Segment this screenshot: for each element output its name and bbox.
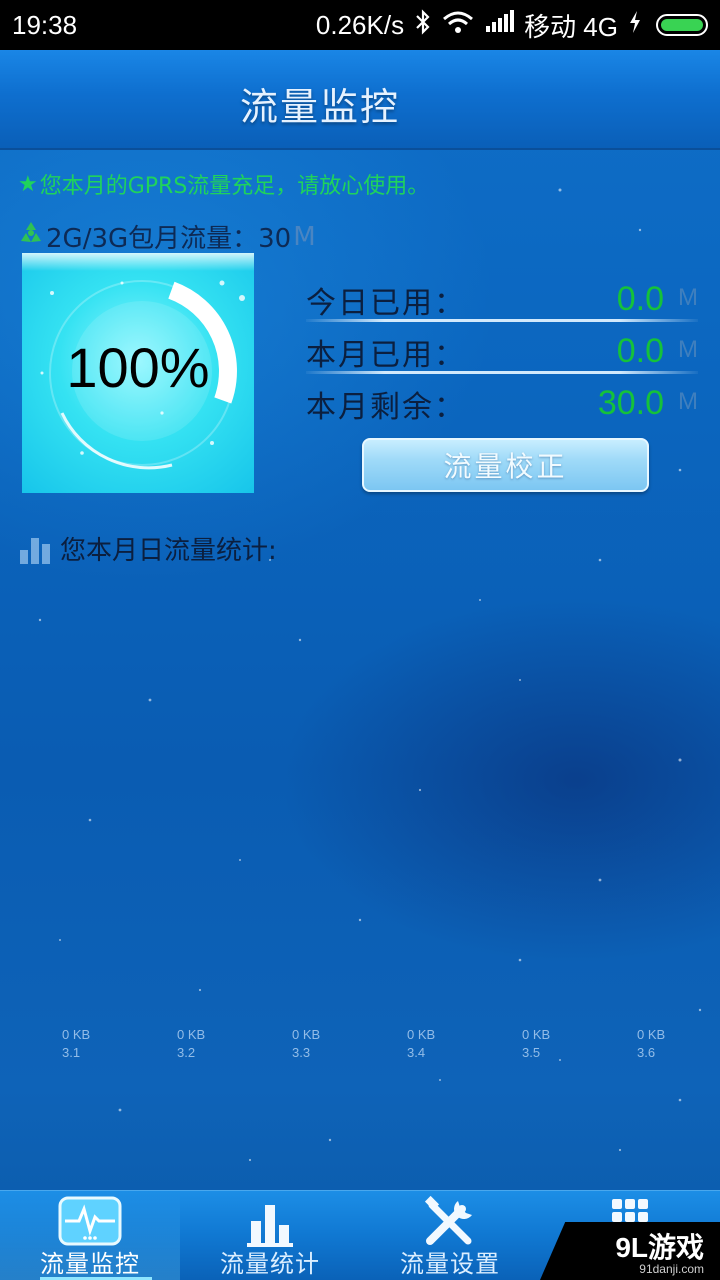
app-screen: 19:38 0.26K/s 移动 4G 流量监控 ★ 您本月的GPRS流量充足，…	[0, 0, 720, 1280]
stat-today-used: 今日已用： 0.0 M	[306, 270, 698, 322]
daily-column: 0 KB 3.4	[407, 1026, 467, 1062]
stat-unit: M	[678, 284, 698, 311]
stat-unit: M	[678, 388, 698, 415]
stat-unit: M	[678, 336, 698, 363]
calibrate-button[interactable]: 流量校正	[362, 438, 649, 492]
watermark-logo: 9L游戏 91danji.com	[540, 1222, 720, 1280]
stat-month-remaining: 本月剩余： 30.0 M	[306, 374, 698, 426]
daily-date: 3.2	[177, 1045, 196, 1060]
stat-value: 30.0	[597, 384, 664, 422]
daily-value: 0 KB	[177, 1027, 206, 1042]
page-title: 流量监控	[240, 85, 401, 129]
stat-value: 0.0	[616, 280, 664, 318]
tab-label: 流量设置	[400, 1250, 500, 1278]
daily-date: 3.1	[62, 1045, 81, 1060]
daily-column: 0 KB 3.1	[62, 1026, 122, 1062]
stat-label: 今日已用：	[306, 286, 466, 321]
notice-text: 您本月的GPRS流量充足，请放心使用。	[39, 174, 430, 199]
watermark-site: 91danji.com	[639, 1262, 704, 1276]
quota-unit: M	[293, 221, 316, 252]
tab-label: 流量统计	[220, 1250, 320, 1278]
network-radiation-icon	[18, 220, 44, 253]
daily-date: 3.5	[522, 1045, 541, 1060]
daily-value: 0 KB	[292, 1027, 321, 1042]
tab-label: 流量监控	[40, 1250, 140, 1278]
stat-label: 本月已用：	[306, 338, 466, 373]
watermark-brand: 9L游戏	[615, 1232, 704, 1263]
tab-traffic-stats[interactable]: 流量统计	[180, 1191, 360, 1280]
usage-gauge: 100%	[22, 253, 254, 493]
stat-month-used: 本月已用： 0.0 M	[306, 322, 698, 374]
stat-value: 0.0	[616, 332, 664, 370]
daily-date: 3.4	[407, 1045, 426, 1060]
status-bar: 19:38 0.26K/s 移动 4G	[0, 0, 720, 50]
tab-traffic-settings[interactable]: 流量设置	[360, 1191, 540, 1280]
daily-value: 0 KB	[62, 1027, 91, 1042]
usage-percent: 100%	[66, 336, 210, 399]
signal-icon	[484, 9, 515, 41]
charging-icon	[628, 10, 642, 41]
title-bar: 流量监控	[0, 50, 720, 150]
daily-column: 0 KB 3.5	[522, 1026, 582, 1062]
daily-stats-heading: 您本月日流量统计:	[20, 530, 277, 567]
battery-icon	[656, 14, 708, 36]
bar-chart-icon	[20, 534, 50, 564]
status-notice: ★ 您本月的GPRS流量充足，请放心使用。	[18, 168, 429, 200]
stat-label: 本月剩余：	[306, 390, 466, 425]
daily-value: 0 KB	[637, 1027, 666, 1042]
daily-column: 0 KB 3.2	[177, 1026, 237, 1062]
daily-date: 3.3	[292, 1045, 311, 1060]
quota-label: 2G/3G包月流量：30	[46, 224, 292, 254]
daily-stats-title: 您本月日流量统计:	[60, 536, 277, 566]
daily-value: 0 KB	[522, 1027, 551, 1042]
daily-value: 0 KB	[407, 1027, 436, 1042]
monthly-quota: 2G/3G包月流量：30 M	[18, 218, 316, 255]
bluetooth-icon	[414, 8, 432, 42]
daily-column: 0 KB 3.3	[292, 1026, 352, 1062]
wifi-icon	[442, 10, 474, 41]
carrier-label: 移动 4G	[524, 11, 618, 42]
tab-traffic-monitor[interactable]: 流量监控	[0, 1191, 180, 1280]
daily-date: 3.6	[637, 1045, 656, 1060]
network-speed: 0.26K/s	[315, 9, 405, 40]
status-time: 19:38	[12, 9, 78, 40]
star-icon: ★	[18, 171, 38, 197]
daily-column: 0 KB 3.6	[637, 1026, 697, 1062]
